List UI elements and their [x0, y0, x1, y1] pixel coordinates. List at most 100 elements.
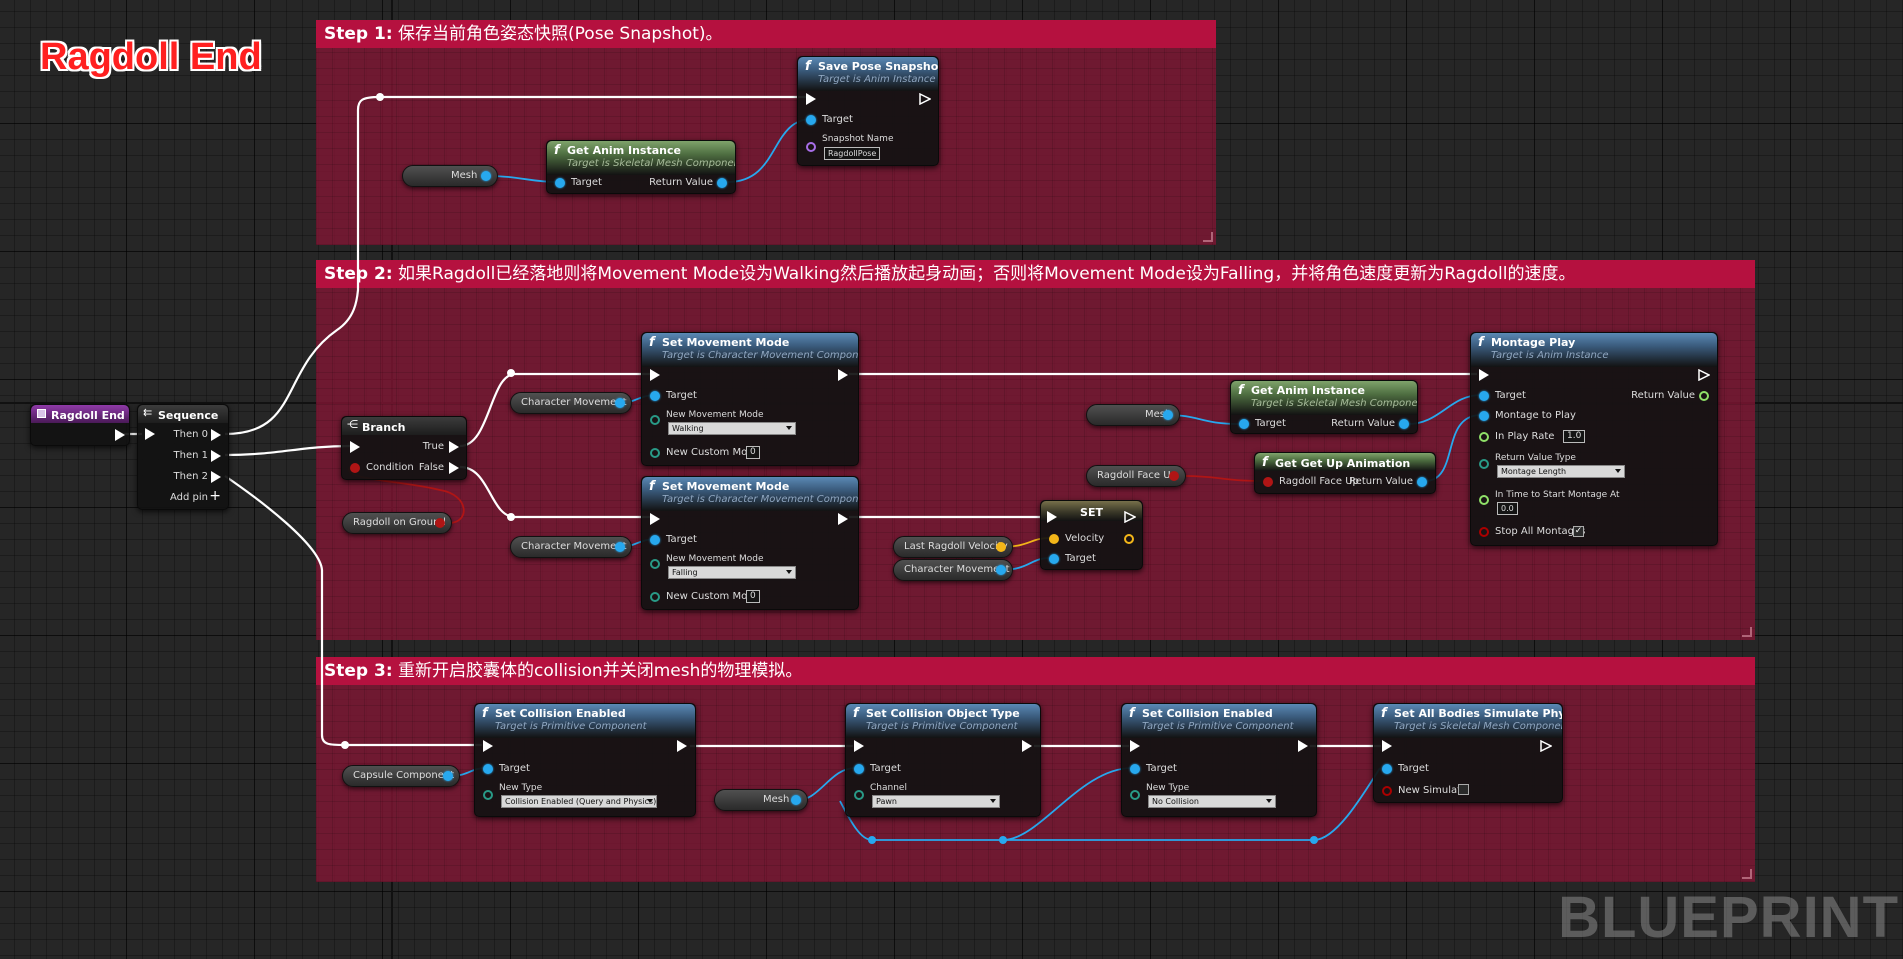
movement-mode-dropdown[interactable]: Walking — [668, 422, 796, 435]
return-value-type-pin[interactable] — [1479, 459, 1489, 469]
exec-in-pin[interactable] — [1130, 740, 1140, 752]
set-movement-mode-walking-node[interactable]: f Set Movement Mode Target is Character … — [641, 332, 859, 466]
return-value-pin[interactable] — [1699, 391, 1709, 401]
condition-pin[interactable] — [350, 463, 360, 473]
exec-out-pin[interactable] — [115, 429, 125, 441]
velocity-pin[interactable] — [1049, 534, 1059, 544]
channel-pin[interactable] — [854, 790, 864, 800]
ragdoll-on-ground-variable[interactable]: Ragdoll on Ground — [342, 512, 452, 534]
capsule-component-variable[interactable]: Capsule Component — [342, 765, 460, 787]
character-movement-output-pin[interactable] — [615, 398, 625, 408]
true-pin[interactable] — [449, 441, 459, 453]
exec-in-pin[interactable] — [650, 513, 660, 525]
exec-in-pin[interactable] — [806, 93, 816, 105]
target-pin[interactable] — [483, 764, 493, 774]
movement-mode-pin[interactable] — [650, 559, 660, 569]
target-pin[interactable] — [1479, 391, 1489, 401]
return-value-pin[interactable] — [717, 178, 727, 188]
mesh-variable[interactable]: Mesh — [714, 789, 808, 811]
return-value-pin[interactable] — [1417, 477, 1427, 487]
exec-in-pin[interactable] — [483, 740, 493, 752]
capsule-component-output-pin[interactable] — [443, 771, 453, 781]
sequence-node[interactable]: ⇇ Sequence Then 0 Then 1 Then 2 Add pin … — [137, 404, 229, 510]
exec-out-pin[interactable] — [1540, 740, 1552, 752]
false-pin[interactable] — [449, 462, 459, 474]
branch-node[interactable]: ⋲ Branch True Condition False — [341, 416, 467, 480]
movement-mode-pin[interactable] — [650, 415, 660, 425]
then-1-pin[interactable] — [211, 450, 221, 462]
return-value-pin[interactable] — [1399, 419, 1409, 429]
montage-play-node[interactable]: f Montage Play Target is Anim Instance T… — [1470, 332, 1718, 546]
new-simulate-pin[interactable] — [1382, 786, 1392, 796]
new-simulate-checkbox[interactable] — [1458, 784, 1469, 795]
add-pin-button[interactable]: Add pin — [170, 492, 208, 503]
snapshot-name-field[interactable]: RagdollPose — [824, 147, 881, 160]
mesh-output-pin[interactable] — [1163, 410, 1173, 420]
target-pin[interactable] — [1049, 554, 1059, 564]
custom-mode-pin[interactable] — [650, 448, 660, 458]
exec-out-pin[interactable] — [838, 369, 848, 381]
new-type-pin[interactable] — [1130, 790, 1140, 800]
exec-out-pin[interactable] — [1698, 369, 1710, 381]
event-node-ragdoll-end[interactable]: Ragdoll End — [30, 404, 130, 446]
exec-in-pin[interactable] — [650, 369, 660, 381]
stop-all-montages-pin[interactable] — [1479, 527, 1489, 537]
target-pin[interactable] — [1382, 764, 1392, 774]
target-pin[interactable] — [650, 535, 660, 545]
exec-out-pin[interactable] — [1298, 740, 1308, 752]
play-rate-pin[interactable] — [1479, 432, 1489, 442]
ragdoll-face-up-pin[interactable] — [1263, 477, 1273, 487]
movement-mode-dropdown[interactable]: Falling — [668, 566, 796, 579]
get-get-up-animation-node[interactable]: f Get Get Up Animation Ragdoll Face Up R… — [1254, 452, 1436, 494]
set-movement-mode-falling-node[interactable]: f Set Movement Mode Target is Character … — [641, 476, 859, 610]
montage-to-play-pin[interactable] — [1479, 411, 1489, 421]
target-pin[interactable] — [555, 178, 565, 188]
ragdoll-face-up-output-pin[interactable] — [1169, 471, 1179, 481]
save-pose-snapshot-node[interactable]: f Save Pose Snapshot Target is Anim Inst… — [797, 56, 939, 166]
velocity-out-pin[interactable] — [1124, 534, 1134, 544]
exec-in-pin[interactable] — [145, 428, 155, 440]
character-movement-variable[interactable]: Character Movement — [510, 392, 632, 414]
target-pin[interactable] — [806, 115, 816, 125]
exec-in-pin[interactable] — [1047, 511, 1057, 523]
get-anim-instance-node[interactable]: f Get Anim Instance Target is Skeletal M… — [546, 140, 736, 194]
mesh-variable[interactable]: Mesh — [402, 165, 498, 187]
plus-icon[interactable]: + — [209, 488, 221, 504]
exec-out-pin[interactable] — [677, 740, 687, 752]
target-pin[interactable] — [1130, 764, 1140, 774]
last-ragdoll-velocity-output-pin[interactable] — [996, 542, 1006, 552]
character-movement-variable[interactable]: Character Movement — [510, 536, 632, 558]
mesh-output-pin[interactable] — [481, 171, 491, 181]
channel-dropdown[interactable]: Pawn — [872, 795, 1000, 808]
new-type-pin[interactable] — [483, 790, 493, 800]
set-all-bodies-simulate-physics-node[interactable]: f Set All Bodies Simulate Physics Target… — [1373, 703, 1563, 803]
then-0-pin[interactable] — [211, 429, 221, 441]
set-velocity-node[interactable]: SET Velocity Target — [1040, 500, 1143, 570]
target-pin[interactable] — [854, 764, 864, 774]
exec-in-pin[interactable] — [1479, 369, 1489, 381]
collision-type-dropdown[interactable]: No Collision — [1148, 795, 1276, 808]
character-movement-output-pin[interactable] — [996, 565, 1006, 575]
snapshot-name-pin[interactable] — [806, 142, 816, 152]
custom-mode-field[interactable]: 0 — [746, 590, 760, 603]
ragdoll-face-up-variable[interactable]: Ragdoll Face Up — [1086, 465, 1186, 487]
get-anim-instance-node[interactable]: f Get Anim Instance Target is Skeletal M… — [1230, 380, 1418, 434]
exec-in-pin[interactable] — [854, 740, 864, 752]
character-movement-variable[interactable]: Character Movement — [893, 559, 1013, 581]
exec-out-pin[interactable] — [1022, 740, 1032, 752]
character-movement-output-pin[interactable] — [615, 542, 625, 552]
mesh-output-pin[interactable] — [791, 795, 801, 805]
collision-type-dropdown[interactable]: Collision Enabled (Query and Physics) — [501, 795, 657, 808]
start-time-field[interactable]: 0.0 — [1497, 502, 1518, 515]
play-rate-field[interactable]: 1.0 — [1563, 430, 1586, 443]
target-pin[interactable] — [1239, 419, 1249, 429]
exec-in-pin[interactable] — [1382, 740, 1392, 752]
target-pin[interactable] — [650, 391, 660, 401]
exec-out-pin[interactable] — [838, 513, 848, 525]
ragdoll-on-ground-output-pin[interactable] — [435, 518, 445, 528]
exec-out-pin[interactable] — [1124, 511, 1136, 523]
mesh-variable[interactable]: Mesh — [1086, 404, 1180, 426]
then-2-pin[interactable] — [211, 471, 221, 483]
set-collision-enabled-node[interactable]: f Set Collision Enabled Target is Primit… — [474, 703, 696, 817]
set-collision-enabled-node[interactable]: f Set Collision Enabled Target is Primit… — [1121, 703, 1317, 817]
